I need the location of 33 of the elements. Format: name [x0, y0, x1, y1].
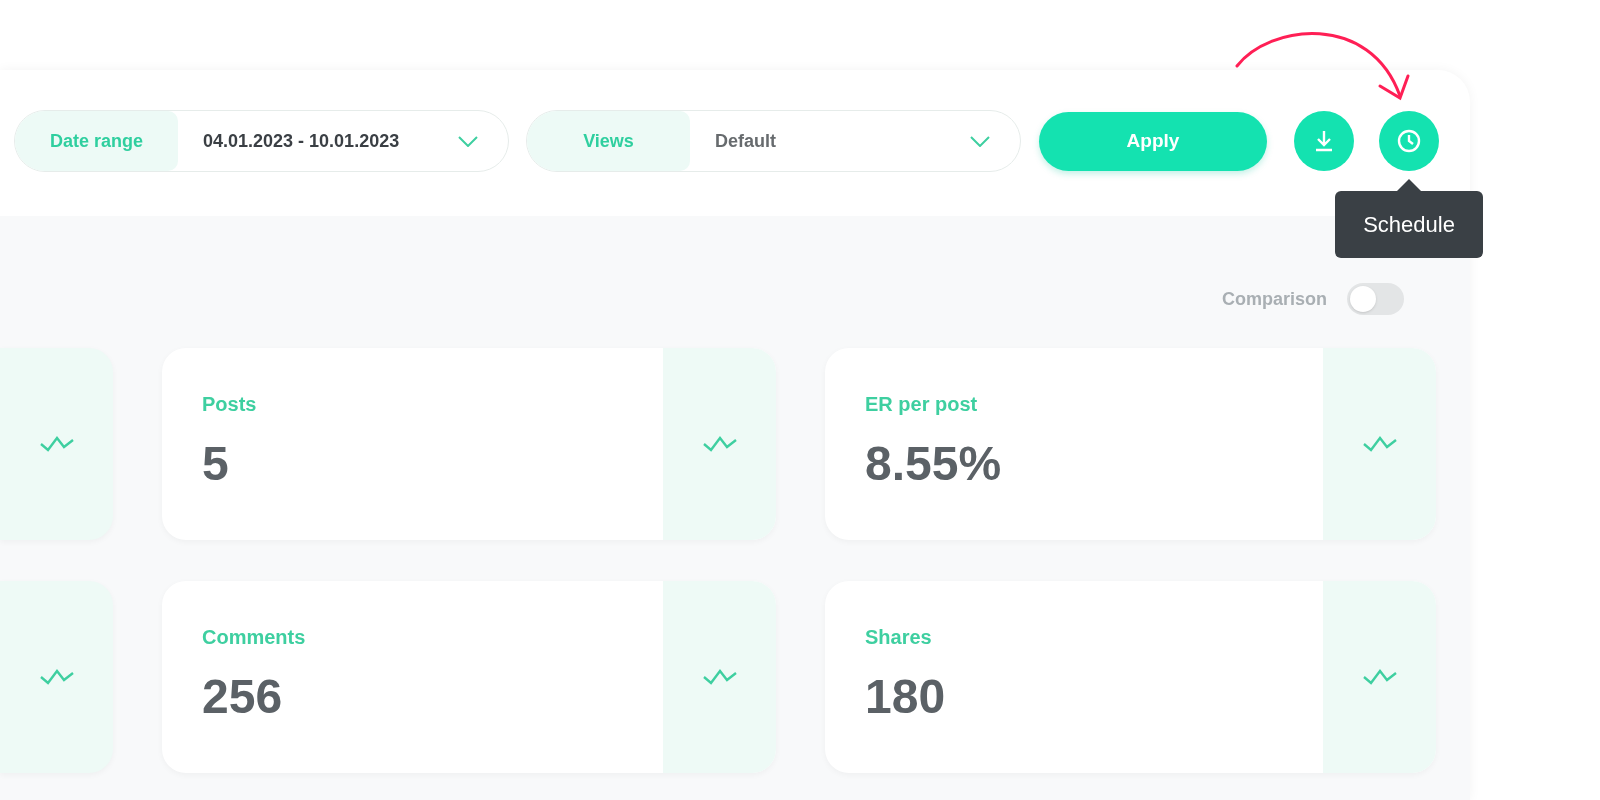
sparkline-icon: [702, 435, 737, 453]
metric-value: 8.55%: [865, 438, 1003, 490]
sparkline-icon: [1362, 435, 1397, 453]
filter-label: Date range: [15, 111, 178, 171]
trend-button[interactable]: [663, 581, 776, 773]
filter-dropdown[interactable]: Views Default: [526, 110, 1021, 172]
chevron-down-icon: [970, 135, 990, 147]
filter-label: Views: [527, 111, 690, 171]
schedule-button[interactable]: [1379, 111, 1439, 171]
filter-value: 04.01.2023 - 10.01.2023: [202, 129, 401, 153]
sparkline-icon: [1362, 668, 1397, 686]
trend-button[interactable]: [1323, 581, 1436, 773]
download-icon: [1314, 130, 1334, 152]
metric-value: 180: [865, 671, 947, 723]
filter-value: Default: [714, 129, 777, 153]
comparison-label: Comparison: [1222, 287, 1327, 311]
clock-icon: [1397, 129, 1421, 153]
metric-label: Shares: [865, 625, 933, 649]
trend-button[interactable]: [663, 348, 776, 540]
sparkline-icon: [702, 668, 737, 686]
metric-value: 256: [202, 671, 284, 723]
download-button[interactable]: [1294, 111, 1354, 171]
sparkline-icon: [39, 435, 74, 453]
tooltip: Schedule: [1335, 179, 1483, 258]
comparison-toggle[interactable]: [1347, 283, 1404, 315]
metric-value: 5: [202, 438, 230, 490]
filter-dropdown[interactable]: Date range 04.01.2023 - 10.01.2023: [14, 110, 509, 172]
metric-label: ER per post: [865, 392, 979, 416]
trend-button[interactable]: [1323, 348, 1436, 540]
metric-label: Comments: [202, 625, 307, 649]
sparkline-icon: [39, 668, 74, 686]
metric-label: Posts: [202, 392, 258, 416]
chevron-down-icon: [458, 135, 478, 147]
